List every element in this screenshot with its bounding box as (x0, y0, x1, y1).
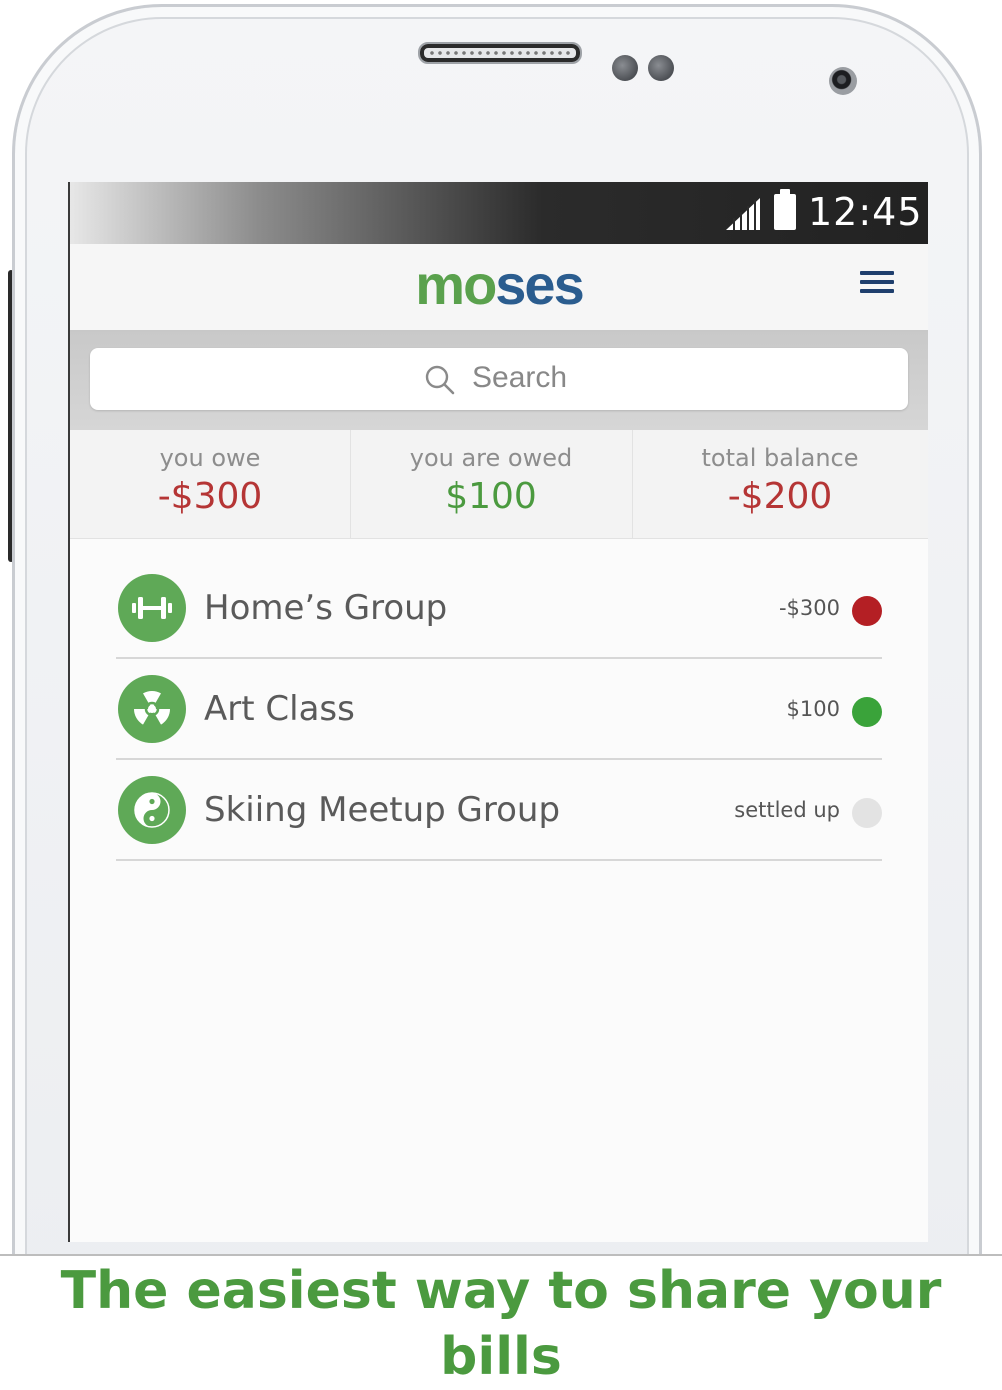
total-balance-cell: total balance -$200 (632, 430, 928, 538)
search-icon (425, 365, 455, 395)
search-placeholder: Search (472, 361, 568, 394)
group-name: Home’s Group (204, 588, 448, 628)
group-item-homes-group[interactable]: Home’s Group -$300 (116, 558, 882, 659)
app-header: moses (70, 244, 928, 332)
battery-icon (774, 189, 796, 230)
dumbbell-icon (118, 574, 186, 642)
group-item-art-class[interactable]: Art Class $100 (116, 659, 882, 760)
status-dot (852, 697, 882, 727)
group-name: Art Class (204, 689, 355, 729)
radiation-icon (118, 675, 186, 743)
group-list: Home’s Group -$300 Art Class $100 Skiing… (116, 558, 882, 861)
phone-screen: 12:45 moses Search you owe -$300 you are… (68, 182, 928, 1242)
proximity-sensor (612, 55, 638, 81)
status-time: 12:45 (808, 190, 923, 234)
signal-icon (726, 198, 760, 230)
balance-summary: you owe -$300 you are owed $100 total ba… (70, 430, 928, 539)
light-sensor (648, 55, 674, 81)
group-name: Skiing Meetup Group (204, 790, 561, 830)
app-logo: moses (415, 253, 584, 316)
tagline: The easiest way to share your bills (0, 1254, 1002, 1387)
you-are-owed-value: $100 (445, 476, 537, 517)
status-dot (852, 596, 882, 626)
group-amount: $100 (786, 697, 840, 721)
total-balance-value: -$200 (727, 476, 833, 517)
you-owe-label: you owe (159, 444, 261, 472)
status-bar: 12:45 (70, 182, 928, 244)
front-camera-icon (829, 67, 857, 95)
status-dot (852, 798, 882, 828)
earpiece-speaker (418, 42, 582, 64)
you-are-owed-cell: you are owed $100 (350, 430, 633, 538)
group-item-skiing-meetup-group[interactable]: Skiing Meetup Group settled up (116, 760, 882, 861)
you-owe-value: -$300 (157, 476, 263, 517)
you-owe-cell: you owe -$300 (70, 430, 351, 538)
search-input[interactable]: Search (90, 348, 908, 410)
you-are-owed-label: you are owed (409, 444, 573, 472)
yin-yang-icon (118, 776, 186, 844)
search-bar: Search (70, 332, 928, 430)
hamburger-menu-icon[interactable] (860, 271, 894, 299)
group-amount: settled up (734, 798, 840, 822)
group-amount: -$300 (778, 596, 840, 620)
total-balance-label: total balance (701, 444, 859, 472)
